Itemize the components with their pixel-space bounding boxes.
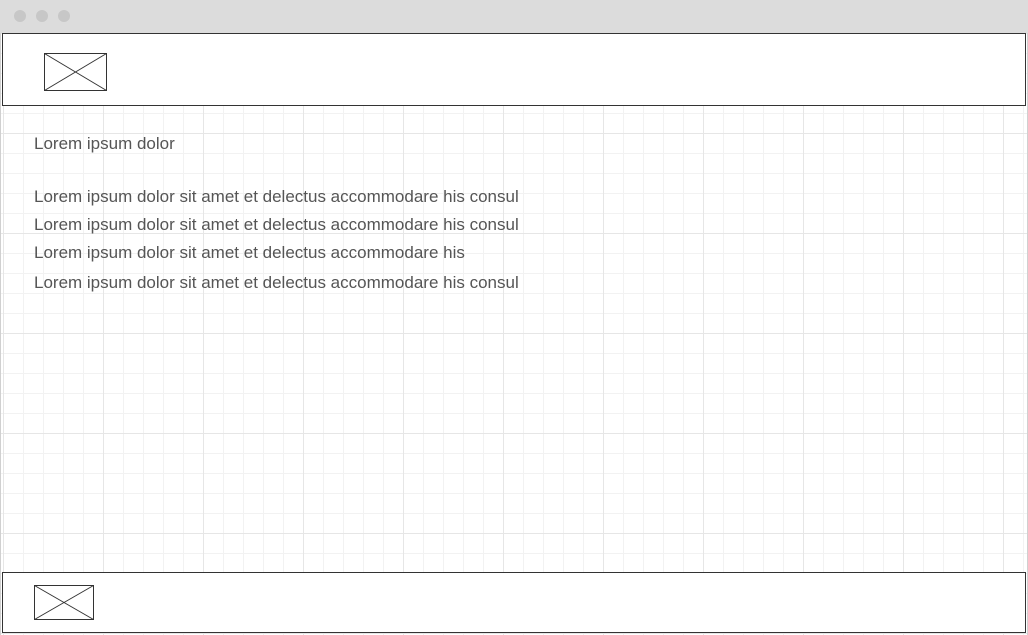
browser-window: Lorem ipsum dolor Lorem ipsum dolor sit … [0,0,1028,635]
text-line: Lorem ipsum dolor sit amet et delectus a… [34,215,519,234]
close-window-dot[interactable] [14,10,26,22]
content-heading: Lorem ipsum dolor [34,134,175,153]
window-titlebar [0,0,1028,33]
text-line: Lorem ipsum dolor sit amet et delectus a… [34,187,519,206]
image-placeholder-icon [34,585,94,620]
image-placeholder-icon [44,53,107,91]
text-line: Lorem ipsum dolor sit amet et delectus a… [34,273,519,292]
minimize-window-dot[interactable] [36,10,48,22]
maximize-window-dot[interactable] [58,10,70,22]
footer-bar [2,572,1026,633]
wireframe-canvas [0,33,1028,635]
header-bar [2,33,1026,106]
text-line: Lorem ipsum dolor sit amet et delectus a… [34,243,465,262]
